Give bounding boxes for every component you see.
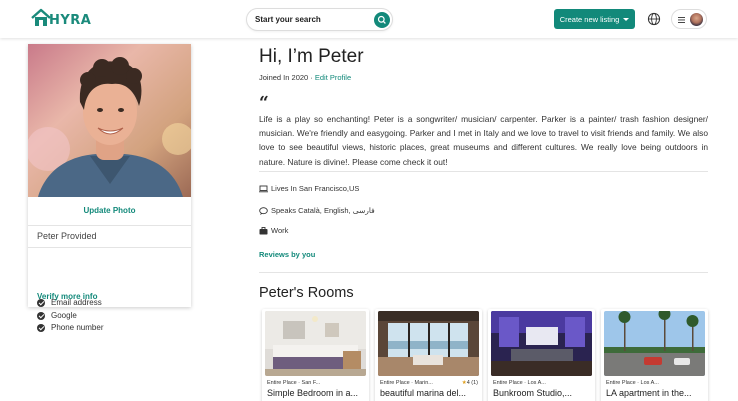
verified-label: Phone number xyxy=(51,323,104,332)
joined-line: Joined In 2020 · Edit Profile xyxy=(259,73,351,82)
verified-label: Google xyxy=(51,311,77,320)
room-title: Bunkroom Studio,... xyxy=(493,388,573,398)
page-title: Hi, I’m Peter xyxy=(259,46,364,67)
top-navbar: HYRA Start your search Create new listin… xyxy=(0,0,738,38)
room-card[interactable]: Entire Place · Los A... LA apartment in … xyxy=(601,309,708,401)
caret-down-icon xyxy=(623,18,630,21)
room-title: LA apartment in the... xyxy=(606,388,692,398)
divider xyxy=(28,247,191,248)
lives-in-text: Lives In San Francisco,US xyxy=(271,184,360,193)
logo-text: HYRA xyxy=(49,12,92,28)
create-listing-button[interactable]: Create new listing xyxy=(554,9,635,29)
room-image xyxy=(378,311,479,376)
divider xyxy=(259,171,708,172)
briefcase-icon xyxy=(259,226,268,234)
divider xyxy=(28,225,191,226)
room-image xyxy=(265,311,366,376)
room-title: beautiful marina del... xyxy=(380,388,467,398)
verified-item-google: Google xyxy=(37,311,77,320)
search-button[interactable] xyxy=(374,12,390,28)
update-photo-link[interactable]: Update Photo xyxy=(28,206,191,215)
divider xyxy=(259,272,708,273)
avatar xyxy=(690,13,703,26)
lives-in-row: Lives In San Francisco,US xyxy=(259,184,359,193)
room-title: Simple Bedroom in a... xyxy=(267,388,359,398)
speaks-row: Speaks Català, English, فارسی xyxy=(259,206,375,215)
search-icon xyxy=(377,15,386,24)
search-placeholder: Start your search xyxy=(255,15,321,24)
verified-item-phone: Phone number xyxy=(37,323,103,332)
room-meta: Entire Place · Los A... xyxy=(606,380,659,386)
chat-bubble-icon xyxy=(259,206,268,215)
logo[interactable]: HYRA xyxy=(30,8,91,28)
globe-icon[interactable] xyxy=(647,12,661,26)
rooms-section-title: Peter's Rooms xyxy=(259,285,354,301)
room-card[interactable]: Entire Place · Los A... Bunkroom Studio,… xyxy=(488,309,595,401)
quote-icon: “ xyxy=(259,93,269,113)
room-meta: Entire Place · Marin... xyxy=(380,380,433,386)
check-circle-icon xyxy=(37,311,45,320)
room-card[interactable]: Entire Place · San F... Simple Bedroom i… xyxy=(262,309,369,401)
profile-card: Update Photo Peter Provided Email addres… xyxy=(28,44,191,332)
joined-text: Joined In 2020 · xyxy=(259,73,315,82)
room-meta: Entire Place · San F... xyxy=(267,380,321,386)
verify-more-link[interactable]: Verify more info xyxy=(37,292,97,301)
speaks-text: Speaks Català, English, فارسی xyxy=(271,206,375,215)
work-text: Work xyxy=(271,226,289,235)
bio-text: Life is a play so enchanting! Peter is a… xyxy=(259,114,708,167)
room-meta: Entire Place · Los A... xyxy=(493,380,546,386)
laptop-icon xyxy=(259,185,268,192)
user-menu-button[interactable] xyxy=(671,9,707,29)
profile-photo xyxy=(28,44,191,197)
reviews-link[interactable]: Reviews by you xyxy=(259,250,315,259)
work-row: Work xyxy=(259,226,288,235)
room-card[interactable]: Entire Place · Marin... ★4 (1) beautiful… xyxy=(375,309,482,401)
search-bar[interactable]: Start your search xyxy=(246,8,393,31)
provided-title: Peter Provided xyxy=(37,231,97,241)
room-rating: ★4 (1) xyxy=(462,380,478,386)
hamburger-icon xyxy=(678,17,685,23)
create-listing-label: Create new listing xyxy=(559,14,620,24)
check-circle-icon xyxy=(37,323,45,332)
room-image xyxy=(491,311,592,376)
edit-profile-link[interactable]: Edit Profile xyxy=(315,73,351,82)
rating-value: 4 (1) xyxy=(466,380,478,386)
room-image xyxy=(604,311,705,376)
